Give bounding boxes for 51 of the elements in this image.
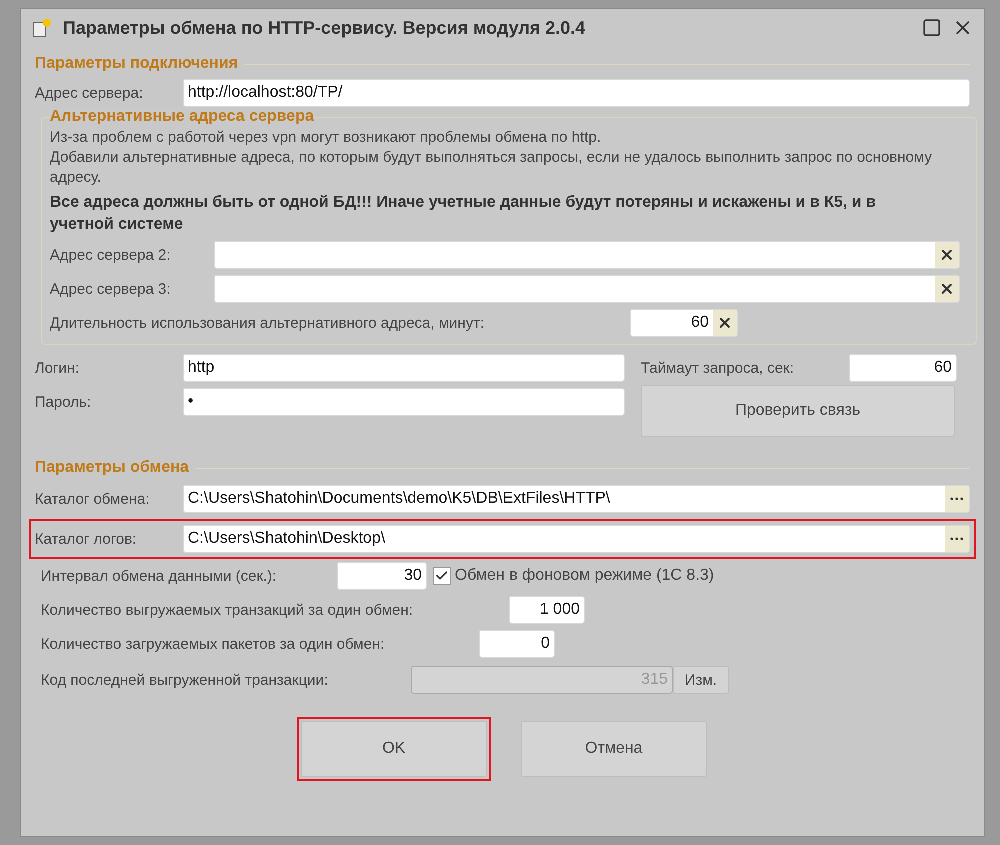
ellipsis-icon <box>950 497 964 501</box>
group-heading: Альтернативные адреса сервера <box>50 108 314 126</box>
browse-button[interactable] <box>945 526 969 552</box>
maximize-icon[interactable] <box>922 18 942 38</box>
ellipsis-icon <box>950 537 964 541</box>
field-label: Интервал обмена данными (сек.): <box>41 568 278 584</box>
field-label: Таймаут запроса, сек: <box>641 360 796 376</box>
field-label: Пароль: <box>35 394 92 410</box>
check-connection-button[interactable]: Проверить связь <box>641 385 955 437</box>
note-text: Из-за проблем с работой через vpn могут возникают проблемы обмена по http. <box>50 128 602 148</box>
close-icon <box>939 281 955 297</box>
note-text: Добавили альтернативные адреса, по которым будут выполняться запросы, если не удалось выполнить запрос по основному адресу. <box>50 148 934 188</box>
input-field[interactable] <box>214 241 960 269</box>
input-field[interactable]: http <box>183 354 625 382</box>
field-label: Адрес сервера: <box>35 84 144 102</box>
field-label: Количество выгружаемых транзакций за один обмен: <box>41 602 414 618</box>
section-heading: Параметры подключения <box>35 55 238 73</box>
field-label: Длительность использования альтернативного адреса, минут: <box>50 314 486 332</box>
section-heading: Параметры обмена <box>35 459 190 477</box>
dialog-button[interactable]: OK <box>301 721 487 777</box>
file-field[interactable]: C:\Users\Shatohin\Desktop\ <box>183 525 970 553</box>
clear-button[interactable] <box>935 276 959 302</box>
clear-button[interactable] <box>713 310 737 336</box>
input-field[interactable]: 0 <box>479 630 555 658</box>
field-label: Логин: <box>35 360 80 376</box>
field-label: Каталог обмена: <box>35 490 151 508</box>
input-field[interactable]: 60 <box>630 309 738 337</box>
field-label: Адрес сервера 3: <box>50 280 172 298</box>
checkmark-icon <box>435 569 449 583</box>
input-field[interactable]: 30 <box>337 562 427 590</box>
password-field[interactable]: • <box>183 388 625 416</box>
file-field[interactable]: C:\Users\Shatohin\Documents\demo\K5\DB\ExtFiles\HTTP\ <box>183 485 970 513</box>
input-field[interactable]: 1 000 <box>509 596 585 624</box>
checkbox-label: Обмен в фоновом режиме (1С 8.3) <box>455 567 716 585</box>
window-title: Параметры обмена по HTTP-сервису. Версия модуля 2.0.4 <box>63 18 587 38</box>
warning-text: Все адреса должны быть от одной БД!!! Иначе учетные данные будут потеряны и искажены и в К5, и в учетной системе <box>50 193 878 235</box>
browse-button[interactable] <box>945 486 969 512</box>
field-label: Количество загружаемых пакетов за один обмен: <box>41 636 386 652</box>
checkbox[interactable] <box>433 567 451 585</box>
document-icon <box>31 17 53 39</box>
dialog-button[interactable]: Отмена <box>521 721 707 777</box>
field-label: Каталог логов: <box>35 530 138 548</box>
close-icon <box>717 315 733 331</box>
input-field[interactable]: 60 <box>849 354 957 382</box>
clear-button[interactable] <box>935 242 959 268</box>
field-label: Код последней выгруженной транзакции: <box>41 672 330 688</box>
input-field[interactable]: http://localhost:80/TP/ <box>183 79 970 107</box>
change-button[interactable]: Изм. <box>673 666 729 694</box>
close-icon <box>939 247 955 263</box>
input-field[interactable] <box>214 275 960 303</box>
field-label: Адрес сервера 2: <box>50 246 172 264</box>
